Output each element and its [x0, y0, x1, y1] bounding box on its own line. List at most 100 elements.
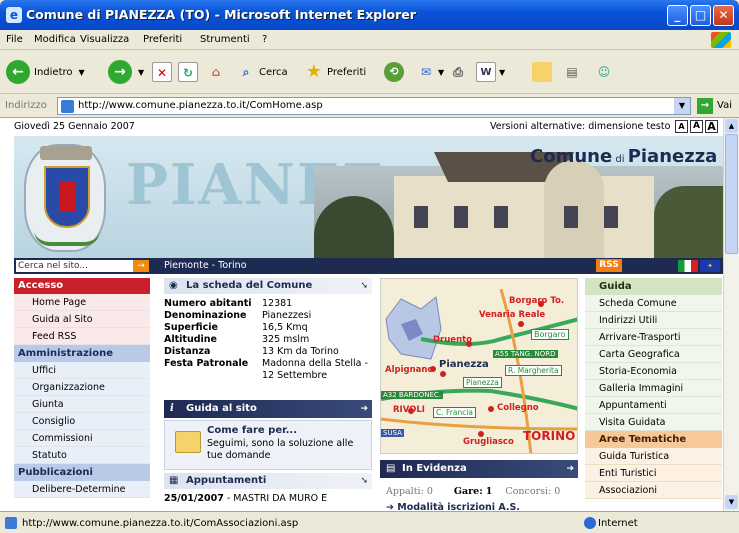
- home-button[interactable]: ⌂: [206, 58, 226, 86]
- search-input[interactable]: Cerca nel sito...: [16, 260, 133, 272]
- address-bar: Indirizzo http://www.comune.pianezza.to.…: [0, 94, 739, 118]
- menu-item-consiglio[interactable]: Consiglio: [14, 413, 150, 430]
- map-label-torino: TORINO: [523, 429, 576, 443]
- menu-strumenti[interactable]: Strumenti: [200, 34, 250, 45]
- address-url: http://www.comune.pianezza.to.it/ComHome…: [78, 100, 323, 111]
- menu-item-storia-economia[interactable]: Storia-Economia: [585, 363, 722, 380]
- minimize-button[interactable]: _: [667, 5, 688, 26]
- go-label[interactable]: Vai: [717, 100, 732, 111]
- menu-item-home-page[interactable]: Home Page: [14, 294, 150, 311]
- scheda-value: 16,5 Kmq: [262, 322, 308, 333]
- stop-button[interactable]: ✕: [152, 58, 172, 86]
- menu-file[interactable]: File: [6, 34, 23, 45]
- menu-item-associazioni[interactable]: Associazioni: [585, 482, 722, 499]
- right-menu: Guida Scheda Comune Indirizzi Utili Arri…: [585, 278, 722, 499]
- map-label-tang-nord: A55 TANG. NORD: [493, 350, 558, 358]
- maximize-button[interactable]: □: [690, 5, 711, 26]
- menu-item-feed-rss[interactable]: Feed RSS: [14, 328, 150, 345]
- rss-badge[interactable]: RSS: [596, 259, 622, 272]
- menu-item-visita-guidata[interactable]: Visita Guidata: [585, 414, 722, 431]
- menu-item-appuntamenti[interactable]: Appuntamenti: [585, 397, 722, 414]
- back-button[interactable]: ← Indietro ▼: [6, 58, 85, 86]
- menu-visualizza[interactable]: Visualizza: [80, 34, 129, 45]
- scheda-key: Denominazione: [164, 310, 247, 321]
- print-button[interactable]: ⎙: [448, 58, 468, 86]
- forward-button[interactable]: → ▼: [108, 58, 144, 86]
- chevron-down-icon[interactable]: ▼: [674, 98, 690, 114]
- menu-item-scheda-comune[interactable]: Scheda Comune: [585, 295, 722, 312]
- menu-modifica[interactable]: Modifica: [34, 34, 76, 45]
- search-button[interactable]: ⌕ Cerca: [236, 58, 288, 86]
- menu-item-guida-al-sito[interactable]: Guida al Sito: [14, 311, 150, 328]
- menu-item-indirizzi-utili[interactable]: Indirizzi Utili: [585, 312, 722, 329]
- messenger-icon: ☺: [597, 65, 611, 79]
- history-button[interactable]: ⟲: [384, 58, 404, 86]
- eu-flag-icon[interactable]: ✦: [700, 260, 720, 272]
- map-label-a32: A32 BARDONEC.: [381, 391, 444, 399]
- menu-item-uffici[interactable]: Uffici: [14, 362, 150, 379]
- go-arrow-icon[interactable]: →: [697, 98, 713, 114]
- scheda-key: Festa Patronale: [164, 358, 249, 369]
- star-icon: ★: [305, 61, 323, 82]
- location-label: Piemonte - Torino: [164, 260, 247, 271]
- evidenza-item[interactable]: ➔ Modalità iscrizioni A.S.: [386, 502, 520, 511]
- menu-item-commissioni[interactable]: Commissioni: [14, 430, 150, 447]
- left-menu: Accesso Home Page Guida al Sito Feed RSS…: [14, 278, 150, 498]
- map-label-c-francia: C. Francia: [433, 407, 477, 418]
- edit-button[interactable]: W ▼: [476, 58, 505, 86]
- arrow-icon[interactable]: ➔: [360, 400, 368, 418]
- guida-sito-box[interactable]: Come fare per... Seguimi, sono la soluzi…: [164, 420, 372, 470]
- folder-button[interactable]: [532, 58, 552, 86]
- text-size-small[interactable]: A: [675, 120, 688, 133]
- eye-icon: ◉: [169, 280, 178, 291]
- appuntamento-item[interactable]: 25/01/2007 - MASTRI DA MURO E: [164, 493, 327, 504]
- menu-item-arrivare-trasporti[interactable]: Arrivare-Trasporti: [585, 329, 722, 346]
- area-map[interactable]: Borgaro To. Venaria Reale Borgaro Druent…: [380, 278, 578, 454]
- research-button[interactable]: ▤: [562, 58, 582, 86]
- appuntamento-text: - MASTRI DA MURO E: [223, 493, 328, 504]
- map-label-druento: Druento: [433, 335, 473, 345]
- guida-sito-text: tue domande: [207, 450, 271, 461]
- arrow-icon[interactable]: ➘: [360, 278, 368, 294]
- mail-button[interactable]: ✉ ▼: [416, 58, 444, 86]
- scheda-key: Numero abitanti: [164, 298, 252, 309]
- menu-preferiti[interactable]: Preferiti: [143, 34, 182, 45]
- menu-item-galleria-immagini[interactable]: Galleria Immagini: [585, 380, 722, 397]
- scheda-value: Madonna della Stella -: [262, 358, 368, 369]
- address-input[interactable]: http://www.comune.pianezza.to.it/ComHome…: [57, 97, 691, 115]
- menu-item-organizzazione[interactable]: Organizzazione: [14, 379, 150, 396]
- scroll-down-icon[interactable]: ▼: [725, 495, 738, 509]
- italian-flag-icon[interactable]: [678, 260, 698, 272]
- vertical-scrollbar[interactable]: ▲ ▼: [723, 118, 739, 511]
- research-icon: ▤: [566, 65, 578, 79]
- close-button[interactable]: ✕: [713, 5, 734, 26]
- menu-item-carta-geografica[interactable]: Carta Geografica: [585, 346, 722, 363]
- map-label-rivoli: RIVOLI: [393, 405, 425, 415]
- text-size-medium[interactable]: A: [690, 120, 703, 133]
- text-size-large[interactable]: A: [705, 120, 718, 133]
- scheda-value: 13 Km da Torino: [262, 346, 339, 357]
- menu-item-giunta[interactable]: Giunta: [14, 396, 150, 413]
- map-label-collegno: Collegno: [497, 403, 539, 413]
- menu-item-statuto[interactable]: Statuto: [14, 447, 150, 464]
- refresh-button[interactable]: ↻: [178, 58, 198, 86]
- scroll-thumb[interactable]: [725, 134, 738, 254]
- guida-sito-header: i Guida al sito ➔: [164, 400, 372, 418]
- map-label-venaria: Venaria Reale: [479, 310, 546, 320]
- messenger-button[interactable]: ☺: [594, 58, 614, 86]
- word-icon: W: [476, 62, 496, 82]
- search-submit-button[interactable]: →: [133, 260, 149, 272]
- arrow-icon[interactable]: ➘: [360, 473, 368, 489]
- arrow-icon[interactable]: ➔: [566, 460, 574, 478]
- info-icon: i: [170, 403, 174, 414]
- mail-icon: ✉: [420, 65, 432, 79]
- menu-item-guida-turistica[interactable]: Guida Turistica: [585, 448, 722, 465]
- menu-help[interactable]: ?: [262, 34, 267, 45]
- banner-title-pianezza: Pianezza: [627, 146, 718, 167]
- scroll-up-icon[interactable]: ▲: [725, 119, 738, 133]
- chevron-down-icon: ▼: [138, 67, 145, 77]
- favorites-button[interactable]: ★ Preferiti: [304, 58, 366, 86]
- menu-item-enti-turistici[interactable]: Enti Turistici: [585, 465, 722, 482]
- banner-title-comune: Comune: [530, 146, 613, 167]
- menu-item-delibere-determine[interactable]: Delibere-Determine: [14, 481, 150, 498]
